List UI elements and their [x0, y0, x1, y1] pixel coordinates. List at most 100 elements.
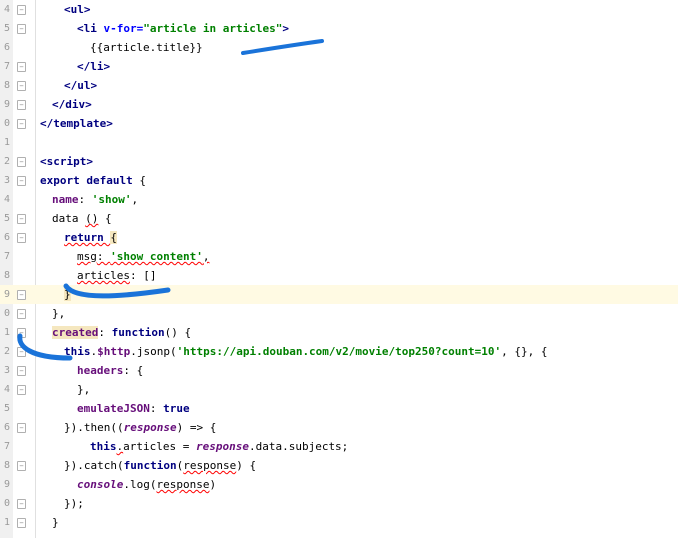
code-token: : [149, 402, 164, 415]
code-text: this.articles = response.data.subjects; [90, 437, 348, 456]
fold-toggle-icon[interactable]: − [17, 5, 26, 15]
code-token: </div> [52, 98, 92, 111]
code-token: : [98, 326, 112, 339]
code-token: }); [64, 497, 84, 510]
code-line[interactable]: 8− </ul> [0, 76, 678, 95]
line-number: 3 [3, 365, 10, 376]
code-line[interactable]: 5− <li v-for="article in articles"> [0, 19, 678, 38]
code-line[interactable]: 7 this.articles = response.data.subjects; [0, 437, 678, 456]
code-token: response [156, 478, 210, 491]
code-token: ) [209, 478, 217, 491]
fold-toggle-icon[interactable]: − [17, 309, 26, 319]
code-text: msg: 'show content', [77, 247, 209, 266]
line-number: 5 [3, 213, 10, 224]
code-token: () { [164, 326, 192, 339]
line-number: 6 [3, 42, 10, 53]
line-number: 3 [3, 175, 10, 186]
code-token: , [131, 193, 139, 206]
line-number: 7 [3, 61, 10, 72]
code-token: <script> [40, 155, 93, 168]
fold-toggle-icon[interactable]: − [17, 214, 26, 224]
line-number: 6 [3, 232, 10, 243]
code-line[interactable]: 6− return { [0, 228, 678, 247]
code-line[interactable]: 7− </li> [0, 57, 678, 76]
code-line[interactable]: 5 emulateJSON: true [0, 399, 678, 418]
fold-toggle-icon[interactable]: − [17, 385, 26, 395]
code-token: { [98, 212, 112, 225]
code-line[interactable]: 9− </div> [0, 95, 678, 114]
code-line[interactable]: 4−}, [0, 380, 678, 399]
fold-toggle-icon[interactable]: − [17, 423, 26, 433]
code-line[interactable]: 0− </template> [0, 114, 678, 133]
code-token: "article in articles" [143, 22, 283, 35]
fold-toggle-icon[interactable]: − [17, 290, 26, 300]
fold-toggle-icon[interactable]: − [17, 81, 26, 91]
line-number: 4 [3, 194, 10, 205]
fold-toggle-icon[interactable]: − [17, 100, 26, 110]
code-token: : [] [129, 269, 157, 282]
code-token: : [78, 193, 92, 206]
code-token: this [64, 345, 91, 358]
code-text: this.$http.jsonp('https://api.douban.com… [64, 342, 547, 361]
code-line[interactable]: 8−}).catch(function(response) { [0, 456, 678, 475]
code-line[interactable]: 4 name: 'show', [0, 190, 678, 209]
line-number: 8 [3, 460, 10, 471]
fold-toggle-icon[interactable]: − [17, 157, 26, 167]
code-line[interactable]: 9 console.log(response) [0, 475, 678, 494]
code-token: .data.subjects; [248, 440, 349, 453]
fold-toggle-icon[interactable]: − [17, 62, 26, 72]
code-text: name: 'show', [52, 190, 138, 209]
code-line[interactable]: 8 articles: [] [0, 266, 678, 285]
fold-toggle-icon[interactable]: − [17, 24, 26, 34]
code-token: (( [110, 421, 124, 434]
line-number: 1 [3, 327, 10, 338]
code-token: : { [123, 364, 144, 377]
code-text: export default { [40, 171, 146, 190]
code-line[interactable]: 7 msg: 'show content', [0, 247, 678, 266]
code-token: }). [64, 421, 84, 434]
fold-toggle-icon[interactable]: − [17, 119, 26, 129]
fold-toggle-icon[interactable]: − [17, 233, 26, 243]
code-text: } [52, 513, 59, 532]
fold-toggle-icon[interactable]: − [17, 499, 26, 509]
code-token: $http [97, 345, 131, 358]
code-token: } [64, 288, 71, 301]
code-token: .catch( [77, 459, 124, 472]
fold-toggle-icon[interactable]: − [17, 176, 26, 186]
line-number: 9 [3, 289, 10, 300]
code-line[interactable]: 2− <script> [0, 152, 678, 171]
code-line[interactable]: 1− created: function() { [0, 323, 678, 342]
code-text: }).then((response) => { [64, 418, 216, 437]
code-line[interactable]: 9−} [0, 285, 678, 304]
line-number: 0 [3, 118, 10, 129]
fold-toggle-icon[interactable]: − [17, 328, 26, 338]
code-token: console [77, 478, 124, 491]
code-line[interactable]: 1−} [0, 513, 678, 532]
fold-toggle-icon[interactable]: − [17, 347, 26, 357]
code-line[interactable]: 3− export default { [0, 171, 678, 190]
code-line[interactable]: 5− data () { [0, 209, 678, 228]
code-line[interactable]: 6−}).then((response) => { [0, 418, 678, 437]
code-token: response [123, 421, 177, 434]
fold-toggle-icon[interactable]: − [17, 518, 26, 528]
code-token: then [83, 421, 111, 434]
line-number: 1 [3, 517, 10, 528]
code-line[interactable]: 4− <ul> [0, 0, 678, 19]
code-line[interactable]: 0−}); [0, 494, 678, 513]
code-text: headers: { [77, 361, 143, 380]
code-token: .jsonp( [130, 345, 177, 358]
code-line[interactable]: 0−}, [0, 304, 678, 323]
code-line[interactable]: 3− headers: { [0, 361, 678, 380]
code-token: ) { [236, 459, 257, 472]
fold-toggle-icon[interactable]: − [17, 366, 26, 376]
line-number: 8 [3, 270, 10, 281]
code-line[interactable]: 6 {{article.title}} [0, 38, 678, 57]
fold-toggle-icon[interactable]: − [17, 461, 26, 471]
code-text: }); [64, 494, 84, 513]
code-line[interactable]: 1 [0, 133, 678, 152]
code-token: { [139, 174, 146, 187]
code-text: articles: [] [77, 266, 156, 285]
code-line[interactable]: 2− this.$http.jsonp('https://api.douban.c… [0, 342, 678, 361]
code-token: function [111, 326, 165, 339]
code-text: return { [64, 228, 117, 247]
